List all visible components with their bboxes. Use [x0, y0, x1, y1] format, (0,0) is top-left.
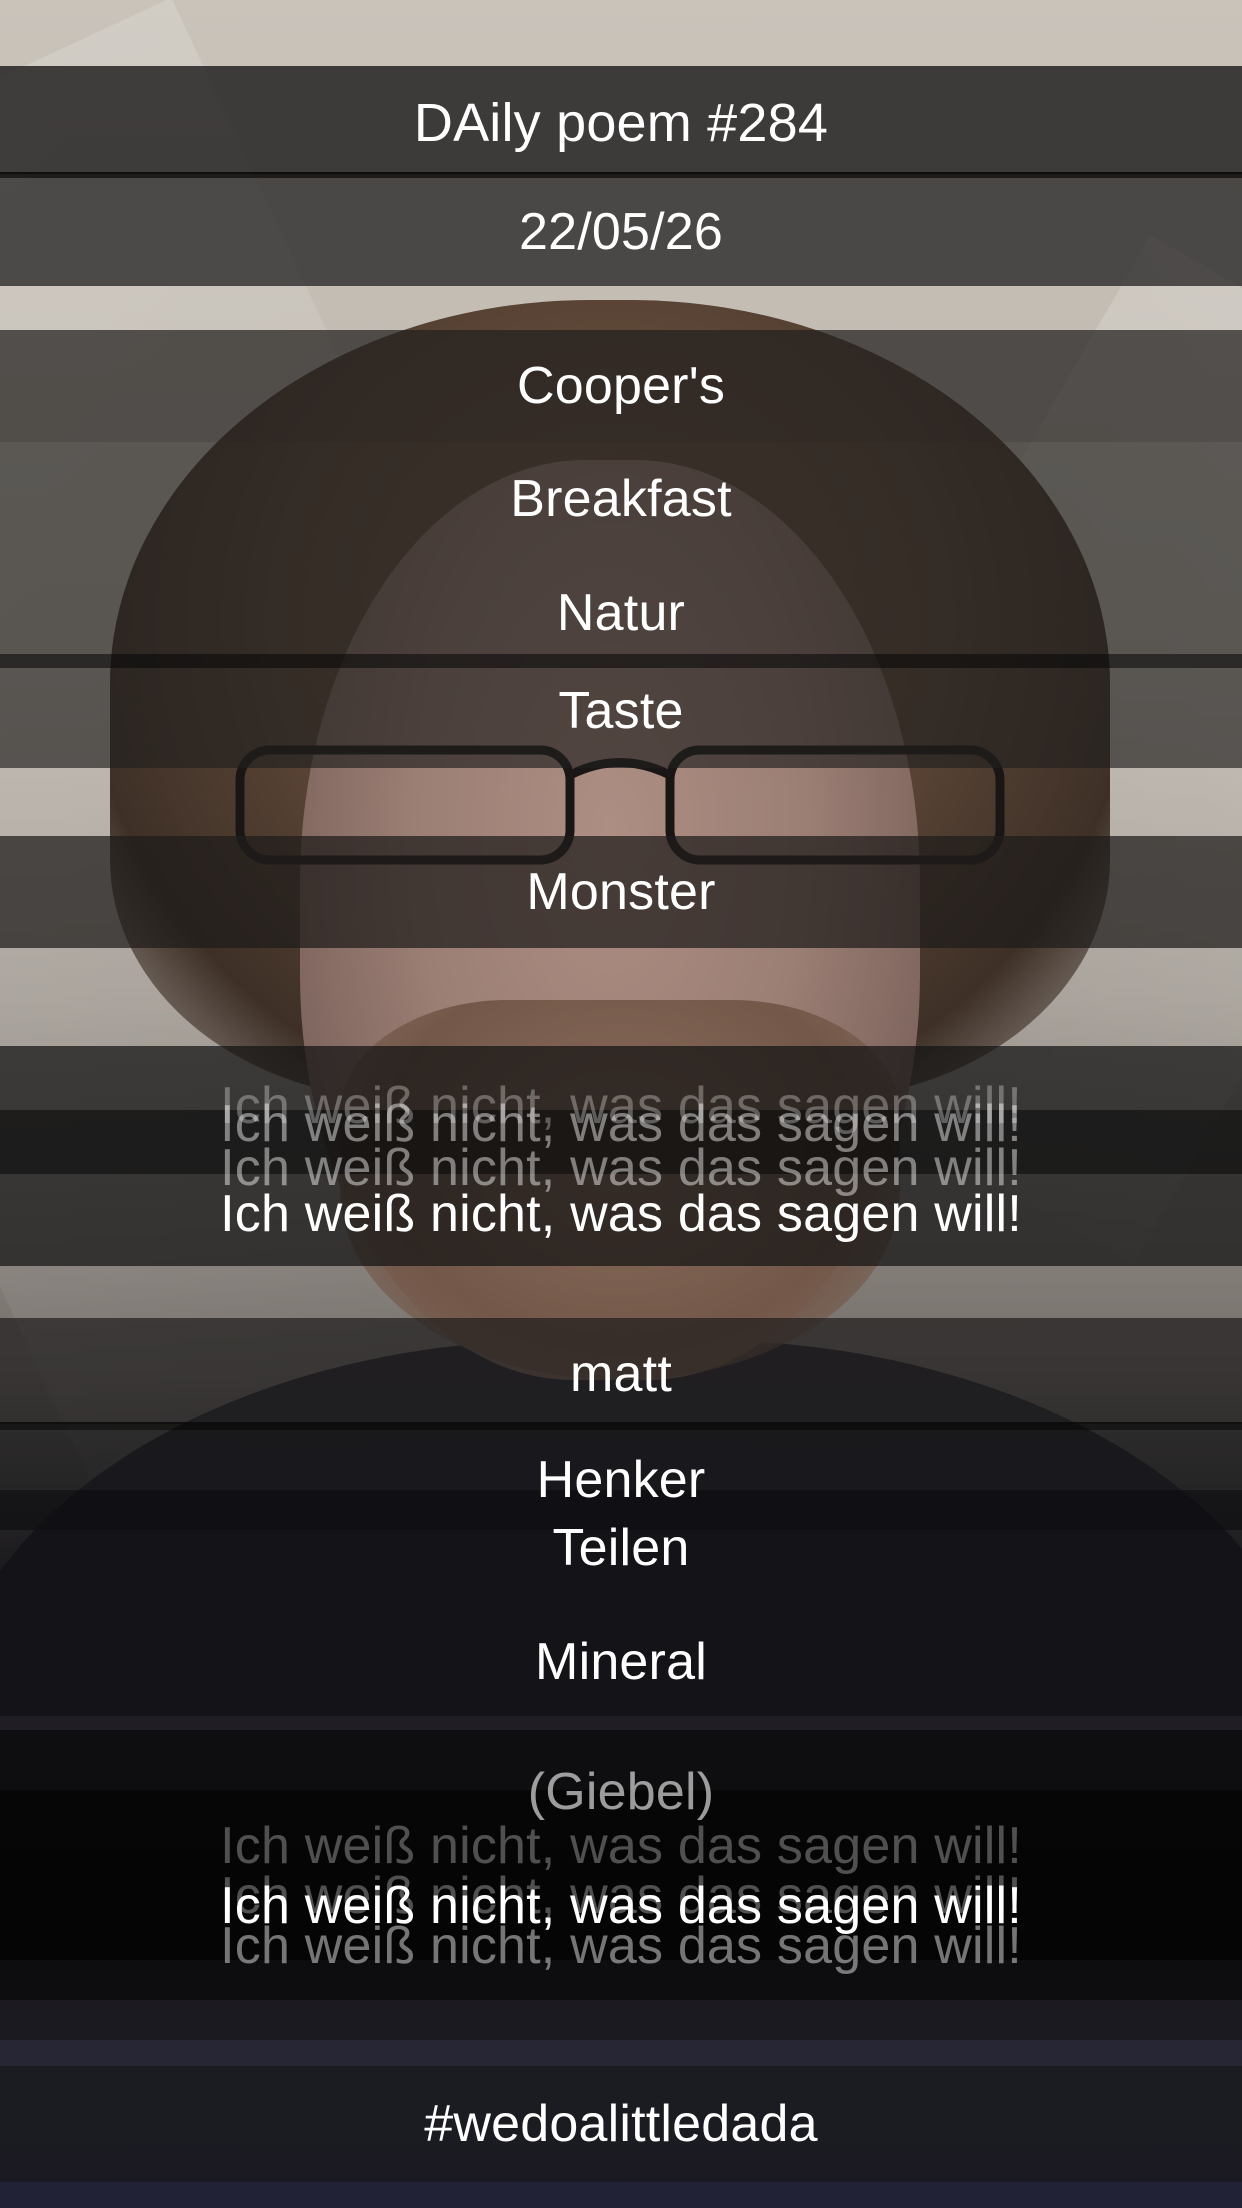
poem-line-11: (Giebel) [527, 1763, 715, 1821]
poem-date: 22/05/26 [518, 203, 723, 261]
poem-line-1: Cooper's [516, 357, 726, 415]
poem-line-5: Monster [526, 863, 716, 921]
poem-line-7: matt [570, 1345, 672, 1403]
poem-line-2: Breakfast [510, 470, 732, 528]
poem-line-12-echo-3: Ich weiß nicht, was das sagen will! [220, 1917, 1022, 1975]
poem-line-8: Henker [536, 1451, 706, 1509]
poem-line-3: Natur [556, 584, 686, 642]
hashtag: #wedoalittledada [424, 2095, 818, 2153]
poem-line-4: Taste [558, 682, 684, 740]
poem-line-6: Ich weiß nicht, was das sagen will! [220, 1185, 1022, 1243]
strip-dark-band-3 [0, 1422, 1242, 1430]
poem-line-12-echo-1: Ich weiß nicht, was das sagen will! [220, 1817, 1022, 1875]
poem-line-10: Mineral [535, 1633, 707, 1691]
strip-dark-band [0, 654, 1242, 668]
poem-line-9: Teilen [552, 1519, 690, 1577]
poem-title: DAily poem #284 [413, 93, 829, 153]
